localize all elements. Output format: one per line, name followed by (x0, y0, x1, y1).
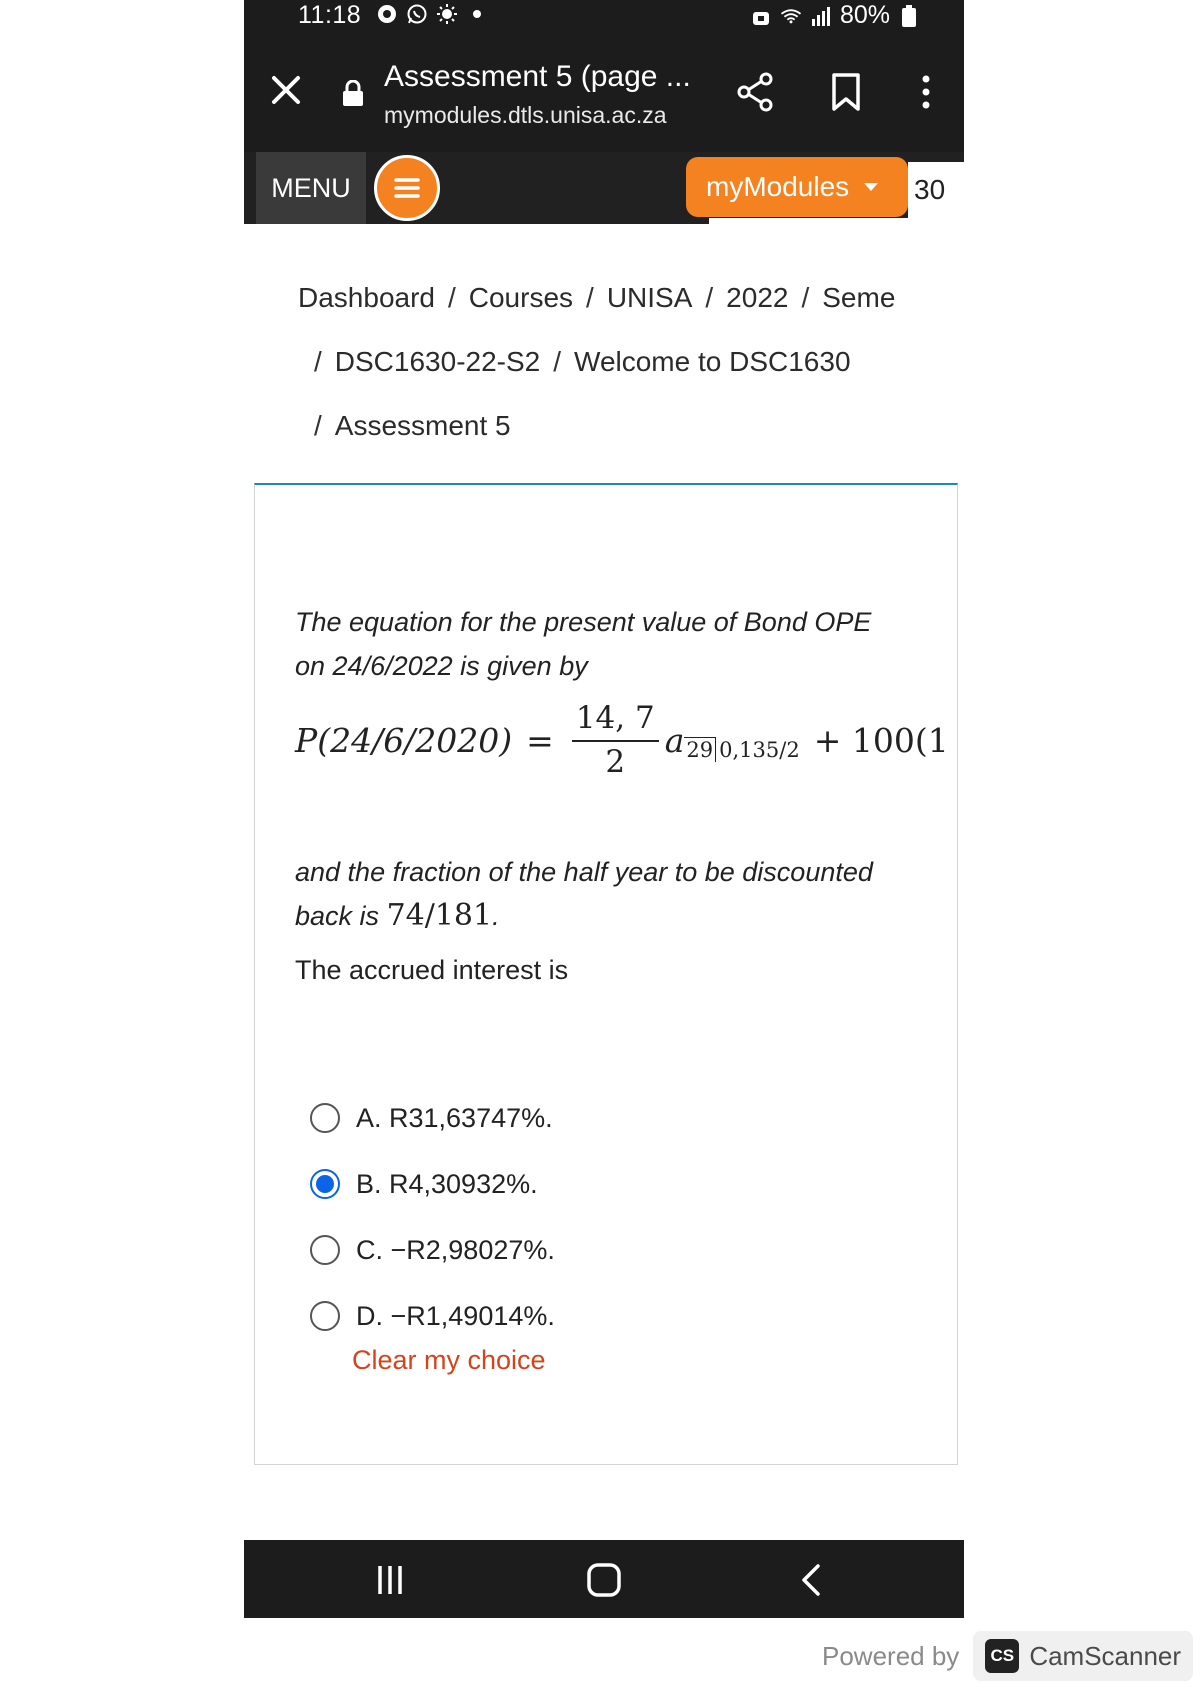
bookmark-button[interactable] (824, 70, 868, 114)
caret-down-icon (864, 183, 879, 191)
bookmark-icon (832, 73, 860, 111)
overflow-text: 30 (914, 174, 946, 205)
home-icon (587, 1563, 621, 1597)
battery-percent: 80% (839, 1, 890, 29)
option-c[interactable]: C. −R2,98027%. (310, 1217, 555, 1283)
hamburger-icon (394, 178, 420, 198)
option-d-label: D. −R1,49014%. (356, 1300, 555, 1331)
wifi-icon (780, 5, 802, 27)
close-icon (272, 76, 300, 104)
subscript-rate: 0,135/2 (719, 738, 800, 762)
annuity-symbol: a (664, 720, 685, 760)
browser-toolbar: Assessment 5 (page ... mymodules.dtls.un… (244, 30, 964, 152)
menu-toggle-button[interactable] (374, 155, 440, 221)
back-button[interactable] (790, 1558, 834, 1602)
back-chevron-icon (802, 1564, 820, 1596)
recent-apps-button[interactable] (368, 1558, 412, 1602)
option-b-label: B. R4,30932%. (356, 1168, 538, 1199)
fraction-prefix: and the fraction of the half year to be … (295, 857, 873, 931)
page-title: Assessment 5 (page ... (384, 60, 691, 93)
coupon-fraction: 14, 7 2 (571, 700, 659, 780)
brightness-notification-icon (436, 3, 458, 25)
recent-apps-icon (378, 1566, 402, 1594)
more-options-button[interactable] (904, 70, 948, 114)
fraction-numerator: 14, 7 (571, 700, 659, 742)
menu-label[interactable]: MENU (256, 152, 366, 224)
share-icon (737, 72, 773, 112)
radio-option-d[interactable] (310, 1301, 340, 1331)
fraction-statement: and the fraction of the half year to be … (295, 850, 935, 938)
more-vertical-icon (922, 75, 930, 109)
header-underline (709, 218, 964, 224)
battery-icon (898, 4, 920, 27)
phone-screen: 11:18 80% Assessment 5 (page ... mymodul… (244, 0, 964, 1618)
status-right: 80% (750, 1, 920, 30)
fraction-suffix: . (492, 901, 500, 931)
camscanner-watermark: Powered by CS CamScanner (822, 1631, 1194, 1681)
radio-option-a[interactable] (310, 1103, 340, 1133)
secure-lock-icon (342, 79, 364, 106)
camscanner-name: CamScanner (1029, 1640, 1182, 1671)
fraction-denominator: 2 (605, 744, 626, 780)
fraction-value: 74/181 (386, 898, 493, 933)
camscanner-logo-icon: CS (985, 1639, 1020, 1673)
breadcrumb-item-courses[interactable]: Courses (469, 282, 573, 313)
option-a[interactable]: A. R31,63747%. (310, 1085, 555, 1151)
breadcrumb-line-3: / Assessment 5 (314, 410, 511, 441)
annuity-subscript: 29 0,135/2 (684, 737, 800, 762)
page-url[interactable]: mymodules.dtls.unisa.ac.za (384, 102, 667, 129)
home-button[interactable] (582, 1558, 626, 1602)
lock-status-icon (750, 5, 772, 27)
breadcrumb-item-course[interactable]: DSC1630-22-S2 (335, 346, 540, 377)
overflow-tab[interactable]: 30 (908, 162, 964, 218)
equation-tail: + 100(1 + (813, 720, 957, 760)
subscript-term: 29 (684, 737, 717, 762)
breadcrumb-item-assessment[interactable]: Assessment 5 (335, 410, 511, 441)
answer-options: A. R31,63747%. B. R4,30932%. C. −R2,9802… (310, 1085, 555, 1349)
powered-by-text: Powered by (822, 1640, 960, 1671)
question-prompt: The accrued interest is (295, 955, 569, 985)
breadcrumb-item-dashboard[interactable]: Dashboard (298, 282, 435, 313)
radio-option-b[interactable] (310, 1169, 340, 1199)
option-b[interactable]: B. R4,30932%. (310, 1151, 555, 1217)
breadcrumb-item-semester[interactable]: Seme (822, 282, 895, 313)
option-a-label: A. R31,63747%. (356, 1102, 553, 1133)
dot-notification-icon (466, 3, 488, 25)
chrome-notification-icon (376, 3, 398, 25)
question-intro: The equation for the present value of Bo… (295, 607, 872, 681)
question-card: The equation for the present value of Bo… (254, 483, 958, 1465)
present-value-equation: P(24/6/2020) = 14, 7 2 a 29 0,135/2 + 100… (295, 700, 957, 780)
radio-option-c[interactable] (310, 1235, 340, 1265)
option-c-label: C. −R2,98027%. (356, 1234, 555, 1265)
notification-icons (376, 3, 488, 25)
breadcrumb-item-welcome[interactable]: Welcome to DSC1630 (574, 346, 851, 377)
equation-lhs: P(24/6/2020) (295, 720, 513, 760)
breadcrumb-item-2022[interactable]: 2022 (726, 282, 788, 313)
android-nav-bar (244, 1540, 964, 1618)
status-time: 11:18 (298, 1, 362, 29)
equation-equals: = (526, 720, 554, 760)
whatsapp-notification-icon (406, 3, 428, 25)
breadcrumb-line-2: / DSC1630-22-S2/Welcome to DSC1630 (314, 346, 851, 377)
breadcrumb: Dashboard / Courses / UNISA/2022/Seme / DSC16… (298, 266, 964, 458)
option-d[interactable]: D. −R1,49014%. (310, 1283, 555, 1349)
breadcrumb-item-unisa[interactable]: UNISA (607, 282, 693, 313)
site-header: MENU myModules 30 (244, 152, 964, 224)
signal-icon (810, 5, 832, 27)
mymodules-label: myModules (706, 171, 850, 202)
close-tab-button[interactable] (264, 68, 308, 112)
breadcrumb-line-1: Dashboard / Courses / UNISA/2022/Seme (298, 282, 896, 313)
clear-choice-link[interactable]: Clear my choice (352, 1345, 546, 1376)
mymodules-dropdown-button[interactable]: myModules (686, 157, 908, 217)
share-button[interactable] (734, 70, 778, 114)
status-bar: 11:18 80% (244, 0, 964, 30)
camscanner-badge: CS CamScanner (973, 1631, 1194, 1681)
